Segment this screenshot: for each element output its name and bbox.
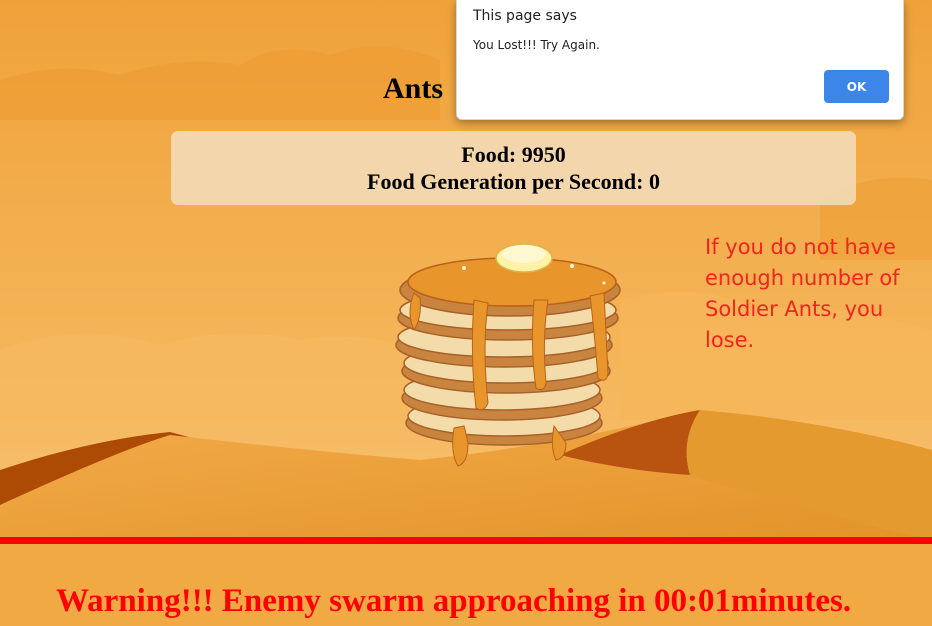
stats-panel: Food: 9950 Food Generation per Second: 0	[171, 131, 856, 205]
food-counter: Food: 9950	[461, 142, 566, 167]
alert-message: You Lost!!! Try Again.	[473, 38, 600, 52]
pancake-stack-icon[interactable]	[384, 238, 636, 470]
enemy-warning-timer: Warning!!! Enemy swarm approaching in 00…	[56, 583, 852, 619]
alert-title: This page says	[473, 8, 577, 24]
lose-condition-hint: If you do not have enough number of Sold…	[705, 235, 900, 352]
alert-dialog: This page says You Lost!!! Try Again. OK	[456, 0, 904, 120]
game-title: Ants	[383, 72, 444, 105]
ok-button[interactable]: OK	[824, 70, 889, 103]
defense-line-divider	[0, 537, 932, 544]
food-generation-rate: Food Generation per Second: 0	[367, 169, 660, 194]
